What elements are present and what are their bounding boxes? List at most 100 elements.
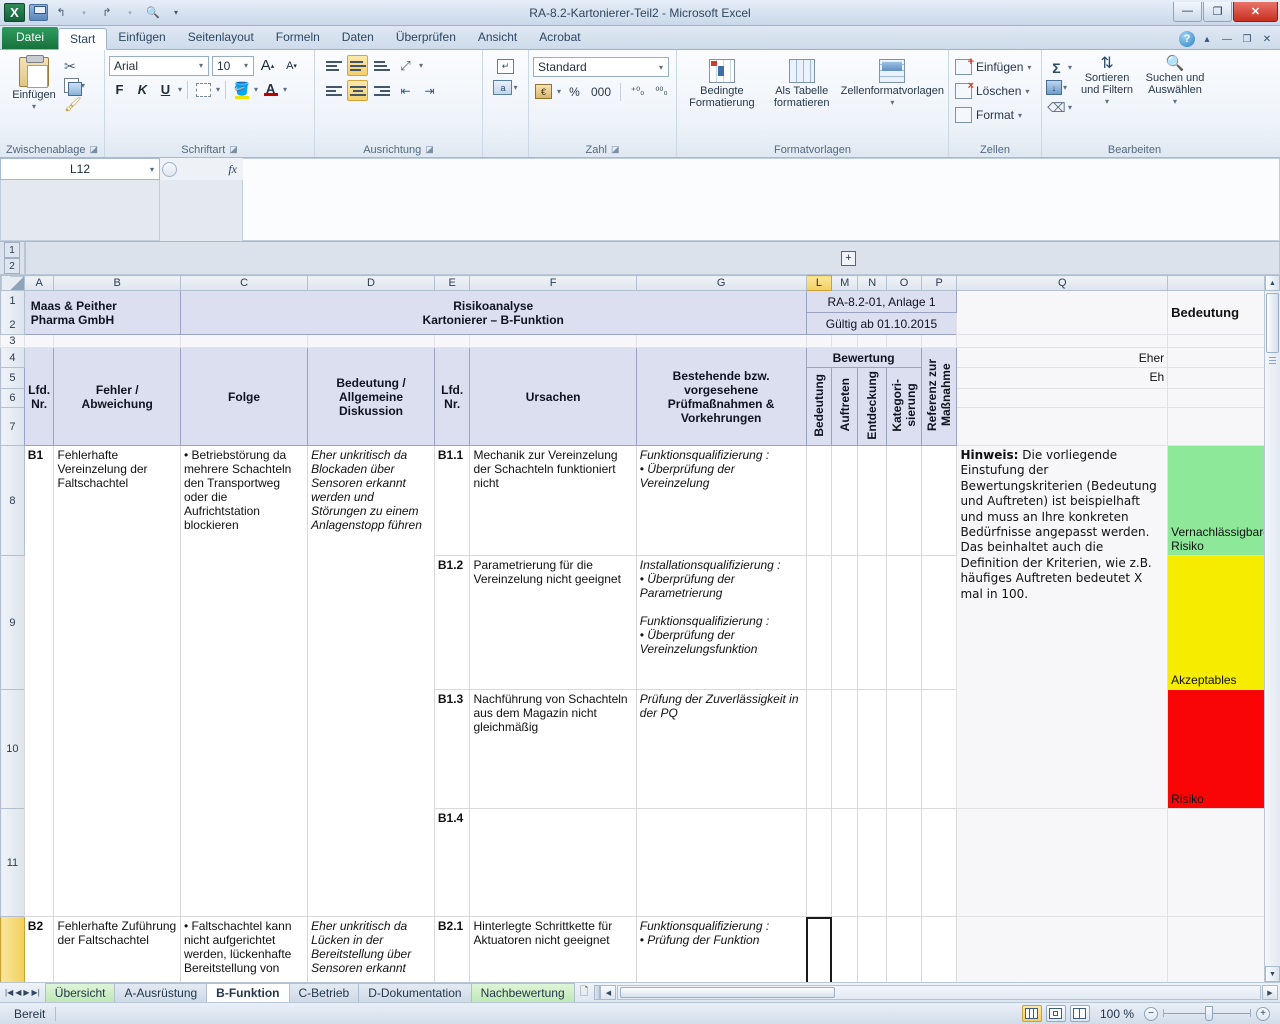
customize-qat-icon[interactable]: ▾	[166, 3, 186, 22]
cell-pruef-b12[interactable]: Installationsqualifizierung : • Überprüf…	[636, 556, 806, 690]
zoom-in-button[interactable]: +	[1256, 1007, 1270, 1021]
increase-font-size-icon[interactable]: A▴	[257, 55, 278, 76]
cell-legend-yellow[interactable]: Akzeptables	[1168, 556, 1280, 690]
horizontal-scroll-thumb[interactable]	[620, 987, 835, 998]
cell-ursache-b14[interactable]	[470, 809, 636, 917]
cell-bedeutung-val-b14[interactable]	[806, 809, 832, 917]
column-header-F[interactable]: F	[470, 276, 636, 291]
find-select-dropdown-icon[interactable]: ▾	[1173, 96, 1177, 108]
cell-e3[interactable]	[434, 335, 470, 348]
cell-bedeutung-header[interactable]: Bedeutung	[806, 368, 832, 446]
hscroll-right-button[interactable]: ▶	[1262, 985, 1278, 1000]
column-header-N[interactable]: N	[858, 276, 887, 291]
cell-referenz-val-b12[interactable]	[921, 556, 957, 690]
cell-lfd-nr-1-header[interactable]: Lfd. Nr.	[24, 348, 54, 446]
accounting-format-icon[interactable]: €	[535, 84, 552, 99]
clipboard-dialog-launcher[interactable]: ◪	[89, 144, 98, 155]
row-header-6[interactable]: 6	[1, 389, 25, 408]
cell-auftreten-val-b13[interactable]	[832, 690, 858, 809]
scroll-down-button[interactable]: ▼	[1265, 966, 1280, 982]
minimize-button[interactable]: —	[1173, 2, 1202, 22]
cell-r6[interactable]	[1168, 389, 1280, 408]
cell-q12[interactable]	[957, 917, 1168, 983]
cell-r5[interactable]	[1168, 368, 1280, 389]
cell-entdeckung-val-b13[interactable]	[858, 690, 887, 809]
cell-bedeutung-val-b13[interactable]	[806, 690, 832, 809]
cell-p3[interactable]	[921, 335, 957, 348]
underline-button[interactable]: U	[155, 79, 176, 100]
worksheet-grid[interactable]: A B C D E F G L M N O P Q 12 Maas & P	[0, 275, 1280, 982]
number-format-combo[interactable]: Standard ▾	[533, 57, 669, 77]
cell-g3[interactable]	[636, 335, 806, 348]
cell-auftreten-header[interactable]: Auftreten	[832, 368, 858, 446]
cell-kategorie-val-b13[interactable]	[887, 690, 921, 809]
sort-filter-dropdown-icon[interactable]: ▾	[1105, 96, 1109, 108]
row-header-4[interactable]: 4	[1, 348, 25, 368]
cell-pruefmassnahmen-header[interactable]: Bestehende bzw. vorgesehene Prüfmaßnahme…	[636, 348, 806, 446]
cell-pruef-b13[interactable]: Prüfung der Zuverlässigkeit in der PQ	[636, 690, 806, 809]
cell-lfd2-b21[interactable]: B2.1	[434, 917, 470, 983]
column-header-E[interactable]: E	[434, 276, 470, 291]
cell-q7[interactable]	[957, 408, 1168, 446]
column-header-D[interactable]: D	[308, 276, 435, 291]
new-sheet-icon[interactable]: 🗋	[574, 983, 595, 1002]
cell-q1[interactable]	[957, 291, 1168, 335]
font-color-icon[interactable]: A	[260, 79, 281, 100]
cell-ursache-b13[interactable]: Nachführung von Schachteln aus dem Magaz…	[470, 690, 636, 809]
paste-dropdown-icon[interactable]: ▾	[32, 101, 36, 113]
split-grip-icon[interactable]	[1269, 355, 1276, 364]
column-header-R[interactable]	[1168, 276, 1280, 291]
accounting-dropdown-icon[interactable]: ▾	[557, 87, 561, 96]
fill-color-icon[interactable]: 🪣	[231, 79, 252, 100]
undo-icon[interactable]: ↰	[51, 3, 71, 22]
cell-lfd-b1[interactable]: B1	[24, 446, 54, 917]
outline-expand-button[interactable]: +	[841, 251, 856, 266]
italic-button[interactable]: K	[132, 79, 153, 100]
scroll-up-button[interactable]: ▲	[1265, 275, 1280, 291]
autosum-dropdown-icon[interactable]: ▾	[1068, 63, 1072, 72]
fill-dropdown-icon[interactable]: ▾	[1063, 83, 1067, 92]
cell-bedeutung-b1[interactable]: Eher unkritisch da Blockaden über Sensor…	[308, 446, 435, 917]
cell-referenz-val-b14[interactable]	[921, 809, 957, 917]
column-header-G[interactable]: G	[636, 276, 806, 291]
row-header-7[interactable]: 7	[1, 408, 25, 446]
font-size-dropdown-icon[interactable]: ▾	[241, 61, 251, 70]
cell-l3[interactable]	[806, 335, 832, 348]
row-header-12[interactable]	[1, 917, 25, 983]
cell-styles-button[interactable]: Zellenformatvorlagen ▾	[841, 57, 944, 109]
cell-bedeutung-val-b12[interactable]	[806, 556, 832, 690]
column-header-A[interactable]: A	[24, 276, 54, 291]
cell-a3[interactable]	[24, 335, 54, 348]
font-size-combo[interactable]: 10 ▾	[212, 56, 254, 76]
workbook-restore-icon[interactable]: ❐	[1239, 31, 1255, 47]
cell-doc-valid[interactable]: Gültig ab 01.10.2015	[806, 313, 957, 335]
bold-button[interactable]: F	[109, 79, 130, 100]
font-name-combo[interactable]: Arial ▾	[109, 56, 209, 76]
decrease-font-size-icon[interactable]: A▾	[281, 55, 302, 76]
ribbon-tab-einfuegen[interactable]: Einfügen	[107, 27, 176, 49]
row-header-9[interactable]: 9	[1, 556, 25, 690]
cell-bedeutung-b2[interactable]: Eher unkritisch da Lücken in der Bereits…	[308, 917, 435, 983]
row-header-10[interactable]: 10	[1, 690, 25, 809]
view-normal-button[interactable]	[1022, 1005, 1042, 1022]
column-header-Q[interactable]: Q	[957, 276, 1168, 291]
conditional-formatting-button[interactable]: Bedingte Formatierung	[681, 57, 763, 109]
cell-kategorisierung-header[interactable]: Kategori- sierung	[887, 368, 921, 446]
last-sheet-icon[interactable]: ▶|	[32, 988, 40, 997]
cell-lfd-b2[interactable]: B2	[24, 917, 54, 983]
ribbon-tab-daten[interactable]: Daten	[331, 27, 385, 49]
cell-ursachen-header[interactable]: Ursachen	[470, 348, 636, 446]
cell-folge-b2[interactable]: • Faltschachtel kann nicht aufgerichtet …	[180, 917, 307, 983]
column-header-O[interactable]: O	[887, 276, 921, 291]
clear-dropdown-icon[interactable]: ▾	[1068, 103, 1072, 112]
next-sheet-icon[interactable]: ▶	[23, 988, 29, 997]
cell-q3[interactable]	[957, 335, 1168, 348]
formula-input[interactable]	[243, 158, 1280, 241]
cell-L12-selected[interactable]	[806, 917, 832, 983]
name-box-dropdown-icon[interactable]: ▾	[150, 165, 154, 174]
cell-lfd2-b12[interactable]: B1.2	[434, 556, 470, 690]
view-page-break-button[interactable]	[1070, 1005, 1090, 1022]
cell-entdeckung-header[interactable]: Entdeckung	[858, 368, 887, 446]
ribbon-tab-acrobat[interactable]: Acrobat	[528, 27, 591, 49]
ribbon-tab-ueberpruefen[interactable]: Überprüfen	[385, 27, 467, 49]
